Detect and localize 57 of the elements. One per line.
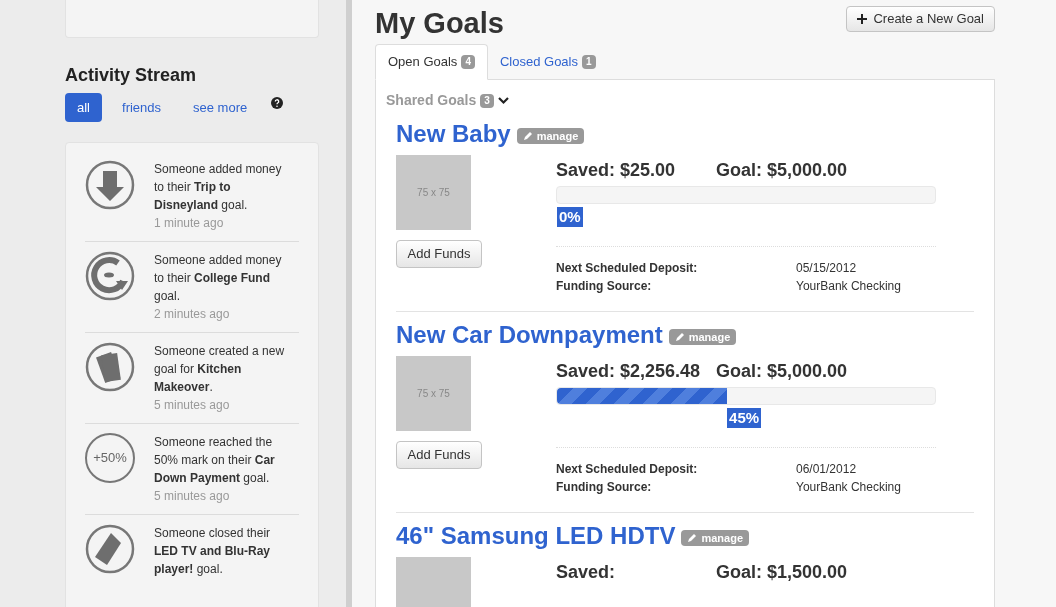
pencil-icon (687, 533, 698, 543)
add-funds-button[interactable]: Add Funds (396, 441, 482, 469)
goal-title-link[interactable]: New Car Downpayment (396, 320, 663, 350)
manage-button[interactable]: manage (668, 329, 737, 345)
detail-value: 05/15/2012 (796, 260, 857, 277)
pencil-icon (522, 131, 533, 141)
percent-label: 0% (557, 207, 583, 227)
activity-time: 5 minutes ago (154, 488, 231, 505)
add-funds-button[interactable]: Add Funds (396, 240, 482, 268)
manage-button[interactable]: manage (681, 530, 749, 546)
goal-amount: Goal: $1,500.00 (716, 561, 848, 584)
activity-text: Someone added money to their Trip to Disneyland goal. (154, 161, 283, 214)
image-size-text: 75 x 75 (417, 387, 450, 401)
goals-tab[interactable]: Open Goals 4 (375, 44, 488, 80)
plus-icon (857, 14, 868, 24)
detail-label: Funding Source: (556, 479, 653, 496)
image-size-text: 75 x 75 (417, 186, 450, 200)
filter-tab[interactable]: all (65, 93, 102, 122)
activity-title: Activity Stream (65, 64, 198, 87)
saved-label: Saved: (556, 561, 616, 584)
page-title: My Goals (375, 6, 504, 41)
help-icon (271, 97, 284, 109)
goal-title-link[interactable]: 46" Samsung LED HDTV (396, 521, 676, 551)
goal-amount: Goal: $5,000.00 (716, 360, 848, 383)
detail-label: Funding Source: (556, 278, 653, 295)
activity-time: 2 minutes ago (154, 306, 231, 323)
goal-title-link[interactable]: New Baby (396, 119, 511, 149)
goal-amount: Goal: $5,000.00 (716, 159, 848, 182)
price-tag-icon (85, 524, 135, 574)
pencil-icon (674, 332, 685, 342)
saved-amount: $2,256.48 (620, 360, 701, 383)
detail-value: YourBank Checking (796, 278, 901, 295)
percent-label: 45% (727, 408, 762, 428)
filter-tab[interactable]: friends (110, 93, 174, 122)
saved-label: Saved: (556, 360, 616, 383)
activity-time: 5 minutes ago (154, 397, 231, 414)
activity-text: Someone closed their LED TV and Blu-Ray player! goal. (154, 525, 272, 578)
shared-goals-label: Shared Goals (386, 91, 477, 110)
circular-arrow-coins-icon (85, 251, 135, 301)
activity-text: Someone created a new goal for Kitchen Makeover. (154, 343, 286, 396)
detail-value: 06/01/2012 (796, 461, 857, 478)
chevron-down-icon[interactable] (497, 96, 509, 105)
manage-button[interactable]: manage (516, 128, 585, 144)
percent-badge-icon: +50% (85, 433, 135, 483)
down-arrow-coins-icon (85, 160, 135, 210)
count-badge: 3 (480, 93, 494, 108)
detail-value: YourBank Checking (796, 479, 901, 496)
activity-time: 1 minute ago (154, 215, 225, 232)
activity-text: Someone added money to their College Fund goal. (154, 252, 283, 305)
detail-label: Next Scheduled Deposit: (556, 461, 699, 478)
saved-amount: $25.00 (620, 159, 676, 182)
saved-label: Saved: (556, 159, 616, 182)
filter-tab[interactable]: see more (181, 93, 260, 122)
activity-text: Someone reached the 50% mark on their Car Down Payment goal. (154, 434, 276, 487)
create-goal-button[interactable]: Create a New Goal (846, 6, 995, 32)
banknotes-icon (85, 342, 135, 392)
detail-label: Next Scheduled Deposit: (556, 260, 699, 277)
